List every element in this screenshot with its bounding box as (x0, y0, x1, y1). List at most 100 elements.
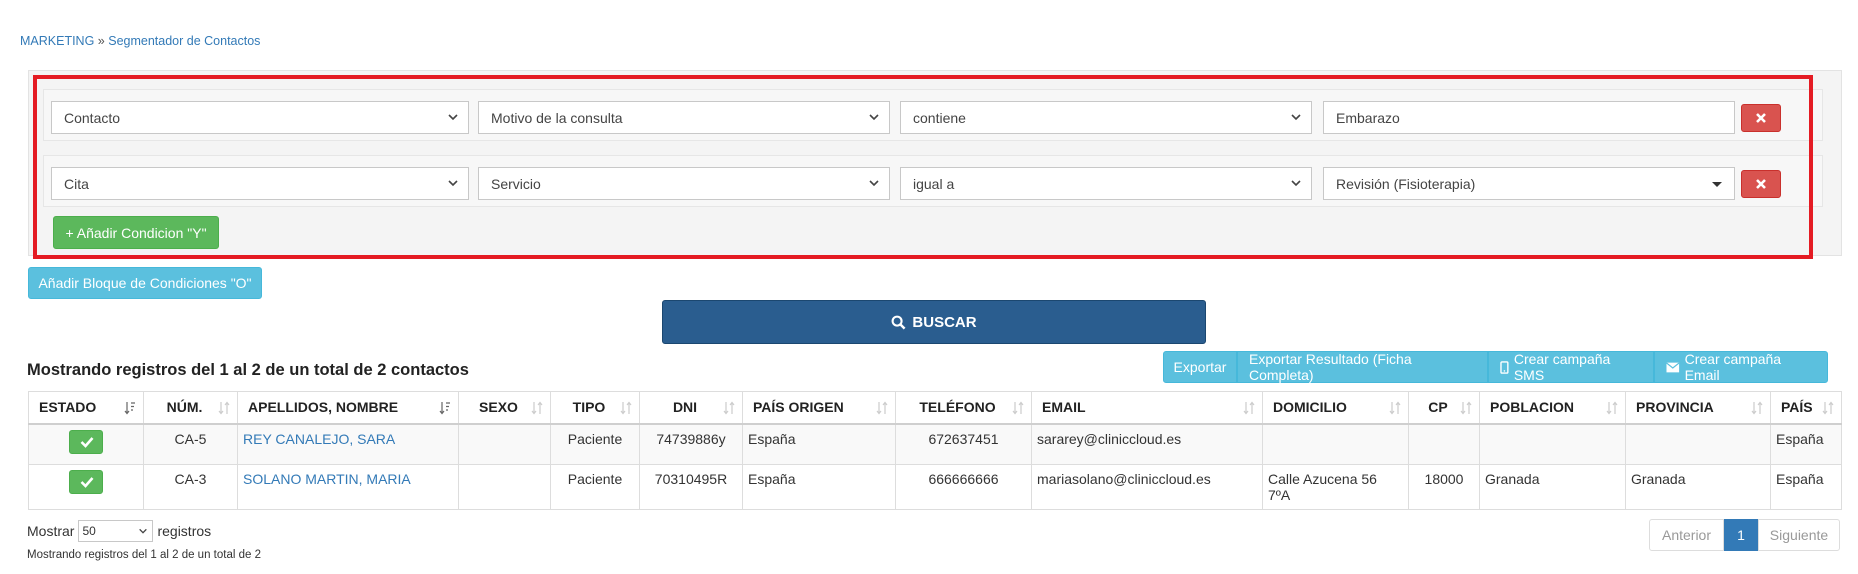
operator-value: igual a (913, 176, 955, 192)
cell-cp: 18000 (1408, 463, 1480, 510)
column-label: NÚM. (166, 399, 203, 416)
field-value: Motivo de la consulta (491, 110, 623, 126)
export-button[interactable]: Exportar (1163, 351, 1237, 383)
table-row[interactable]: CA-3 SOLANO MARTIN, MARIA Paciente 70310… (28, 463, 1842, 510)
column-label: DOMICILIO (1273, 399, 1347, 416)
cell-provincia (1625, 423, 1771, 465)
cell-sexo (458, 423, 551, 465)
cell-num: CA-5 (143, 423, 238, 465)
column-header-estado[interactable]: ESTADO (28, 391, 144, 425)
pagination-prev[interactable]: Anterior (1649, 519, 1724, 551)
column-label: ESTADO (39, 399, 97, 416)
column-header-cp[interactable]: CP (1408, 391, 1480, 425)
column-label: APELLIDOS, NOMBRE (248, 399, 399, 416)
value-input[interactable]: Embarazo (1323, 101, 1735, 134)
status-active-button[interactable] (69, 469, 103, 494)
column-header-num[interactable]: NÚM. (143, 391, 238, 425)
breadcrumb-current-page[interactable]: Segmentador de Contactos (108, 34, 260, 48)
remove-icon (1756, 113, 1766, 123)
operator-select[interactable]: contiene (900, 101, 1312, 134)
column-header-email[interactable]: EMAIL (1031, 391, 1263, 425)
cell-pais: España (1770, 463, 1842, 510)
field-select[interactable]: Motivo de la consulta (478, 101, 890, 134)
column-label: CP (1428, 399, 1448, 416)
sms-campaign-label: Crear campaña SMS (1513, 351, 1611, 383)
column-header-sexo[interactable]: SEXO (458, 391, 551, 425)
cell-telefono: 666666666 (895, 463, 1032, 510)
cell-poblacion (1479, 423, 1626, 465)
table-info: Mostrando registros del 1 al 2 de un tot… (27, 549, 261, 561)
pagination-next[interactable]: Siguiente (1758, 519, 1840, 551)
remove-condition-button[interactable] (1741, 170, 1781, 198)
field-group-select[interactable]: Contacto (51, 101, 469, 134)
column-header-dni[interactable]: DNI (639, 391, 743, 425)
sort-icon (1012, 401, 1024, 415)
chevron-down-icon (869, 114, 879, 121)
sort-icon (531, 401, 543, 415)
cell-cp (1408, 423, 1480, 465)
column-header-provincia[interactable]: PROVINCIA (1625, 391, 1771, 425)
check-icon (80, 436, 94, 448)
table-header-row: ESTADO NÚM. APELLIDOS, NOMBRE SEXO TIPO … (28, 391, 1842, 425)
add-or-block-button[interactable]: Añadir Bloque de Condiciones "O" (28, 267, 262, 299)
column-header-domicilio[interactable]: DOMICILIO (1262, 391, 1409, 425)
cell-num: CA-3 (143, 463, 238, 510)
cell-provincia: Granada (1625, 463, 1771, 510)
pagination-page-1[interactable]: 1 (1724, 519, 1758, 551)
search-button[interactable]: BUSCAR (662, 300, 1206, 344)
sort-icon (1243, 401, 1255, 415)
export-label: Exportar (1173, 359, 1227, 375)
sort-icon (620, 401, 632, 415)
column-label: PAÍS (1781, 399, 1813, 416)
chevron-down-icon (1291, 180, 1301, 187)
page-length-select[interactable]: 50 (78, 520, 154, 542)
table-row[interactable]: CA-5 REY CANALEJO, SARA Paciente 7473988… (28, 423, 1842, 465)
remove-condition-button[interactable] (1741, 104, 1781, 132)
caret-down-icon (1712, 182, 1722, 187)
chevron-down-icon (139, 528, 148, 534)
sort-asc-icon (124, 402, 135, 415)
condition-row: Cita Servicio igual a Revisión (Fisioter… (43, 155, 1823, 207)
column-label: TELÉFONO (919, 399, 996, 416)
column-label: POBLACION (1490, 399, 1574, 416)
column-header-poblacion[interactable]: POBLACION (1479, 391, 1626, 425)
column-header-pais[interactable]: PAÍS (1770, 391, 1842, 425)
column-header-name[interactable]: APELLIDOS, NOMBRE (237, 391, 459, 425)
cell-dni: 74739886y (639, 423, 743, 465)
cell-email: sararey@cliniccloud.es (1031, 423, 1263, 465)
column-label: TIPO (572, 399, 606, 416)
email-campaign-label: Crear campaña Email (1684, 351, 1782, 383)
column-header-pais-origen[interactable]: PAÍS ORIGEN (742, 391, 896, 425)
breadcrumb-separator: » (97, 34, 105, 48)
export-full-button[interactable]: Exportar Resultado (Ficha Completa) (1237, 351, 1488, 383)
breadcrumb-marketing-link[interactable]: MARKETING (20, 34, 94, 48)
chevron-down-icon (448, 180, 458, 187)
remove-icon (1756, 179, 1766, 189)
field-select[interactable]: Servicio (478, 167, 890, 200)
value-dropdown[interactable]: Revisión (Fisioterapia) (1323, 167, 1735, 200)
add-and-condition-button[interactable]: + Añadir Condicion "Y" (53, 216, 219, 249)
envelope-icon (1666, 361, 1680, 372)
column-header-tipo[interactable]: TIPO (550, 391, 640, 425)
operator-select[interactable]: igual a (900, 167, 1312, 200)
cell-telefono: 672637451 (895, 423, 1032, 465)
status-active-button[interactable] (69, 429, 103, 454)
cell-domicilio: Calle Azucena 56 7ºA (1262, 463, 1409, 510)
cell-sexo (458, 463, 551, 510)
email-campaign-button[interactable]: Crear campaña Email (1654, 351, 1828, 383)
contact-name-link[interactable]: REY CANALEJO, SARA (243, 431, 395, 447)
sms-campaign-button[interactable]: Crear campaña SMS (1488, 351, 1654, 383)
cell-email: mariasolano@cliniccloud.es (1031, 463, 1263, 510)
contact-name-link[interactable]: SOLANO MARTIN, MARIA (243, 471, 411, 487)
search-button-label: BUSCAR (912, 313, 977, 331)
cell-poblacion: Granada (1479, 463, 1626, 510)
operator-value: contiene (913, 110, 966, 126)
conditions-panel: Contacto Motivo de la consulta contiene … (28, 70, 1842, 256)
check-icon (80, 476, 94, 488)
sort-icon (1389, 401, 1401, 415)
sort-icon (1606, 401, 1618, 415)
column-header-telefono[interactable]: TELÉFONO (895, 391, 1032, 425)
search-icon (891, 315, 906, 329)
field-group-select[interactable]: Cita (51, 167, 469, 200)
sort-icon (723, 401, 735, 415)
